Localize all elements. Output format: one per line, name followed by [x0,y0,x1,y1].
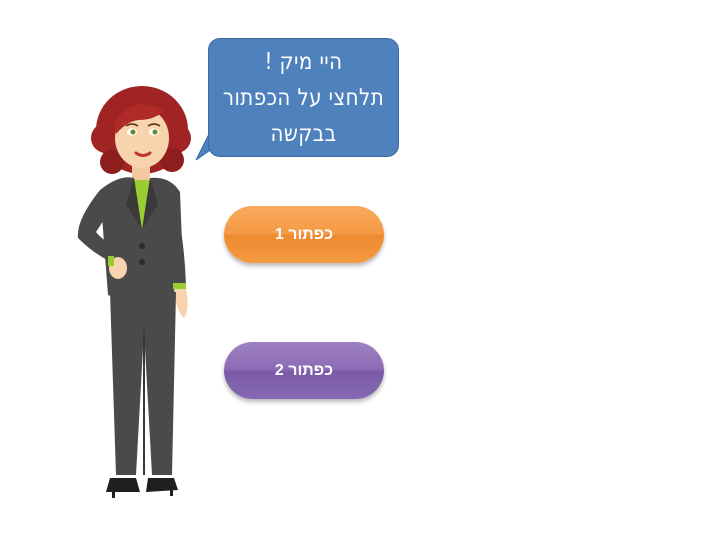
slide-stage: היי מיק ! תלחצי על הכפתור בבקשה כפתור 1 … [0,0,720,540]
button-1[interactable]: כפתור 1 [224,206,384,263]
button-2[interactable]: כפתור 2 [224,342,384,399]
speech-line-instruction: תלחצי על הכפתור [222,85,385,111]
speech-line-please: בבקשה [270,121,337,147]
speech-bubble: היי מיק ! תלחצי על הכפתור בבקשה [208,38,399,157]
speech-line-greeting: היי מיק ! [264,49,343,75]
businesswoman-illustration [77,86,191,498]
